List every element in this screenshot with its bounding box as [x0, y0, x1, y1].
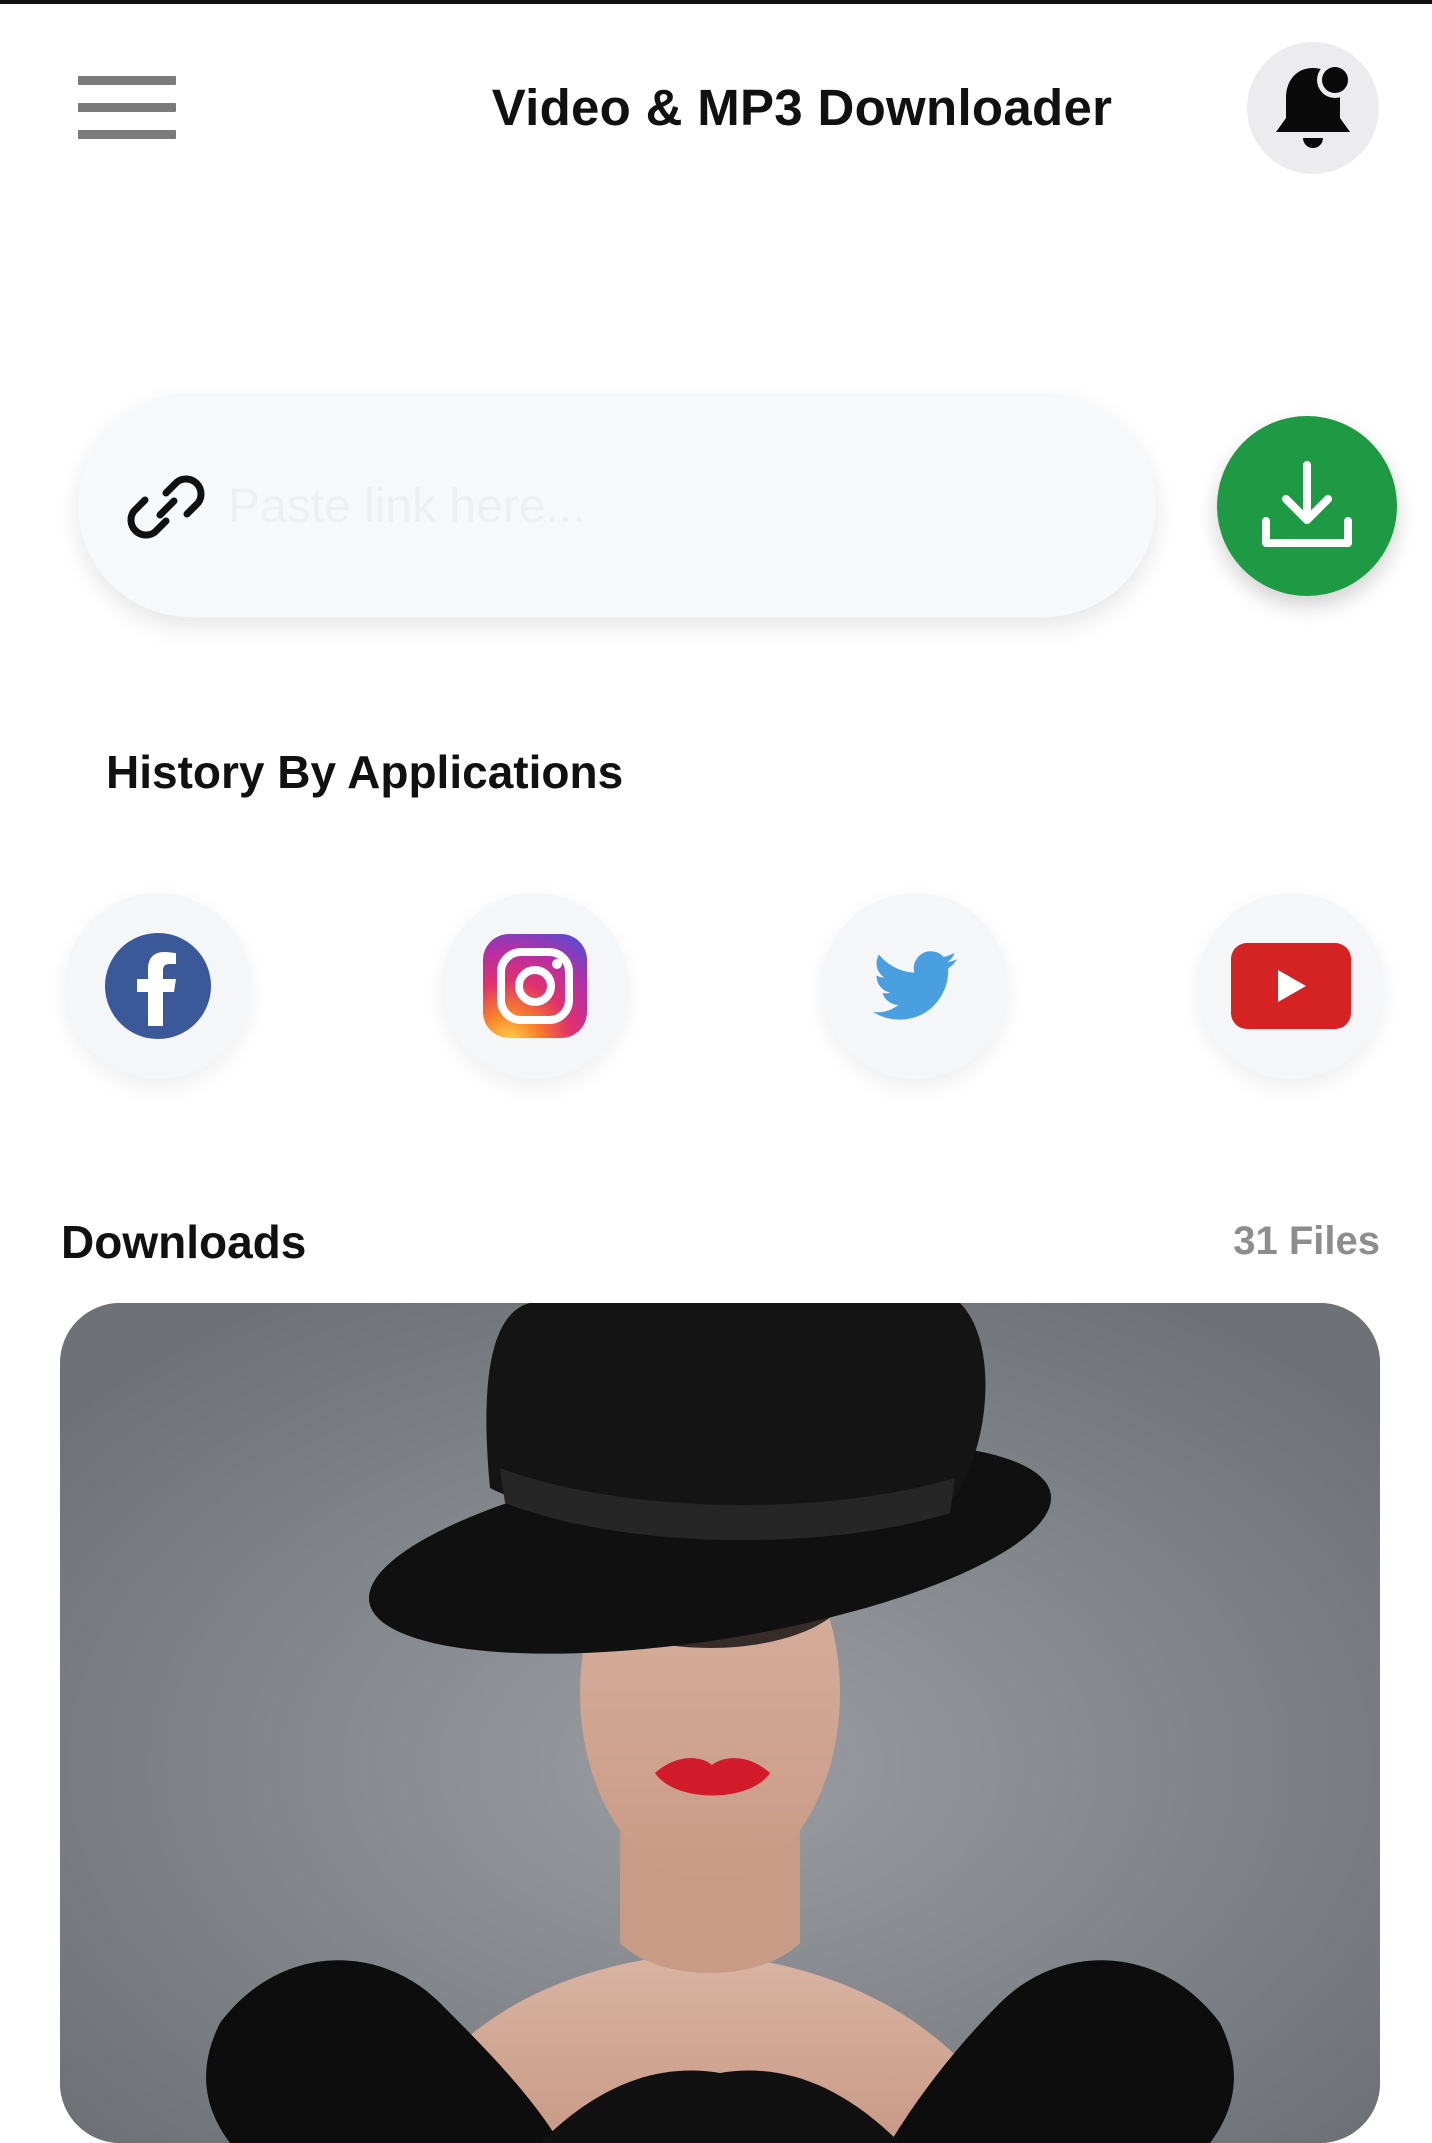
history-section-title: History By Applications [106, 746, 624, 798]
link-input-container [78, 393, 1156, 617]
woman-in-black-hat-thumbnail [60, 1303, 1380, 2143]
hamburger-menu-icon-bar [78, 130, 176, 139]
history-app-instagram[interactable] [442, 893, 628, 1079]
youtube-icon [1231, 943, 1351, 1029]
hamburger-menu-icon-bar [78, 103, 176, 112]
download-button[interactable] [1217, 416, 1397, 596]
download-item-thumbnail[interactable] [60, 1303, 1380, 2143]
status-bar-edge [0, 0, 1432, 4]
twitter-icon [873, 951, 957, 1020]
app-title: Video & MP3 Downloader [491, 79, 1113, 136]
downloads-file-count: 31 Files [1233, 1219, 1380, 1263]
menu-button[interactable] [76, 72, 178, 144]
download-icon [1262, 461, 1352, 547]
history-app-twitter[interactable] [822, 893, 1008, 1079]
link-icon [127, 475, 205, 539]
history-app-facebook[interactable] [65, 893, 251, 1079]
link-input[interactable] [226, 455, 1110, 557]
bell-notification-icon [1276, 62, 1353, 148]
hamburger-menu-icon [78, 76, 176, 85]
instagram-icon [483, 934, 587, 1038]
notification-button[interactable] [1247, 42, 1379, 174]
facebook-icon [105, 933, 211, 1039]
history-app-youtube[interactable] [1198, 893, 1384, 1079]
downloads-section-title: Downloads [61, 1216, 307, 1268]
